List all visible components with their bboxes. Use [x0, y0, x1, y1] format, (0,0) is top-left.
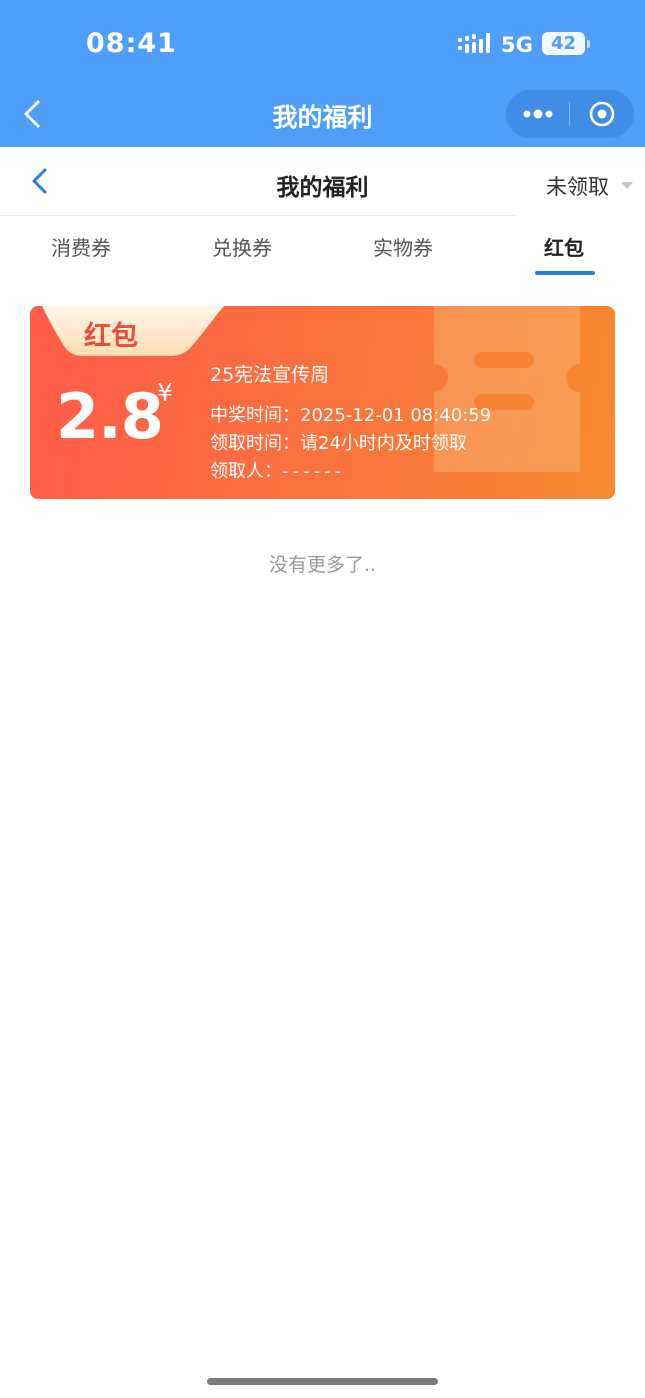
claimer-value: ------: [282, 461, 345, 482]
win-time-row: 中奖时间：2025-12-01 08:40:59: [210, 401, 491, 427]
status-filter[interactable]: 未领取: [546, 171, 609, 201]
tab-consumption-coupon[interactable]: 消费券: [21, 232, 141, 261]
currency-symbol: ¥: [157, 378, 173, 407]
header-divider: [0, 215, 516, 216]
red-packet-card[interactable]: 红包 2.8 ¥ 25宪法宣传周 中奖时间：2025-12-01 08:40:5…: [30, 306, 615, 499]
claimer-row: 领取人：------: [210, 457, 345, 483]
red-packet-amount: 2.8: [56, 380, 164, 453]
claim-time-label: 领取时间：: [210, 433, 300, 454]
signal-icon: [458, 33, 490, 53]
top-bar: 08:41 5G 42 我的福利: [0, 0, 645, 147]
claimer-label: 领取人：: [210, 461, 282, 482]
capsule-menu: [506, 90, 634, 138]
home-indicator[interactable]: [207, 1378, 438, 1385]
activity-title: 25宪法宣传周: [210, 364, 330, 386]
network-type: 5G: [501, 33, 533, 57]
red-packet-tag: 红包: [84, 321, 138, 352]
close-target-icon[interactable]: [588, 100, 616, 128]
battery-icon: 42: [542, 32, 585, 55]
tab-exchange-coupon[interactable]: 兑换券: [182, 232, 302, 261]
claim-time-row: 领取时间：请24小时内及时领取: [210, 429, 467, 455]
tab-physical-coupon[interactable]: 实物券: [343, 232, 463, 261]
list-end-text: 没有更多了..: [268, 554, 377, 576]
claim-time-value: 请24小时内及时领取: [300, 433, 467, 454]
win-time-label: 中奖时间：: [210, 405, 300, 426]
status-time: 08:41: [86, 28, 177, 59]
battery-tip: [587, 40, 590, 48]
tab-active-indicator: [535, 271, 595, 275]
capsule-divider: [569, 102, 570, 126]
more-dots-icon[interactable]: [522, 104, 554, 124]
caret-down-icon[interactable]: [621, 182, 633, 189]
tab-red-packet[interactable]: 红包: [504, 232, 624, 261]
win-time-value: 2025-12-01 08:40:59: [300, 405, 492, 426]
